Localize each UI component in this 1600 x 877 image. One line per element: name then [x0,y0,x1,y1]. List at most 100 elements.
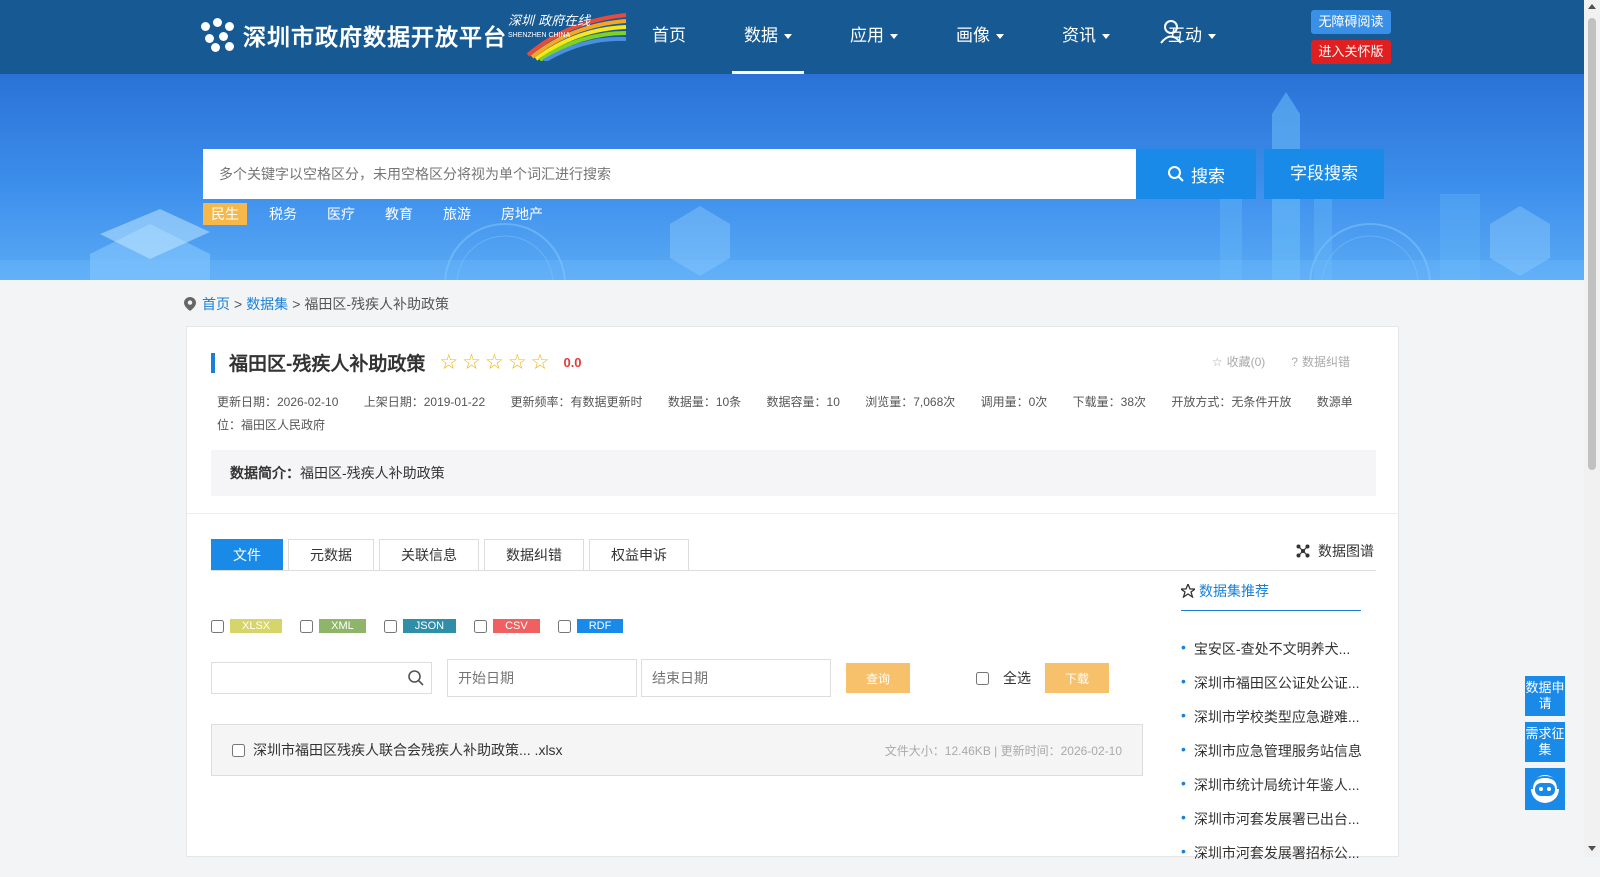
meta-views: 浏览量：7,068次 [865,395,956,409]
recommend-item[interactable]: • 深圳市福田区公证处公证... [1181,673,1361,707]
shenzhen-online-badge: 深圳 政府在线 SHENZHEN CHINA [508,11,628,63]
top-navbar: 深圳市政府数据开放平台 深圳 政府在线 SHENZHEN CHINA 首页 数据… [0,0,1584,74]
demand-collect-button[interactable]: 需求征集 [1525,722,1565,762]
end-date-input[interactable] [641,659,831,697]
file-filter-row: 查询 全选 下载 [211,659,1109,697]
tab-related[interactable]: 关联信息 [379,539,479,571]
recommend-item[interactable]: • 宝安区-查处不文明养犬... [1181,639,1361,673]
dataset-card: 福田区-残疾人补助政策 ☆ ☆ ☆ ☆ ☆ 0.0 ☆ 收藏(0) ? 数据纠错… [186,326,1399,861]
recommend-item[interactable]: • 深圳市河套发展署招标公... [1181,843,1361,877]
dataset-title-bar: 福田区-残疾人补助政策 ☆ ☆ ☆ ☆ ☆ 0.0 [211,349,582,376]
search-box [203,149,1136,199]
search-icon[interactable] [407,669,425,687]
tab-appeal[interactable]: 权益申诉 [589,539,689,571]
search-input[interactable] [203,149,1136,199]
nav-news[interactable]: 资讯 [1050,0,1122,74]
care-mode-button[interactable]: 进入关怀版 [1311,40,1391,64]
breadcrumb-datasets[interactable]: 数据集 [246,294,288,314]
nav-portrait[interactable]: 画像 [944,0,1016,74]
file-keyword-input[interactable] [212,663,397,693]
rating-stars[interactable]: ☆ ☆ ☆ ☆ ☆ [439,352,553,373]
logo-text: 深圳市政府数据开放平台 [243,24,507,50]
divider [187,513,1398,514]
format-checkbox[interactable] [383,619,397,633]
chevron-down-icon [996,34,1004,40]
site-logo[interactable]: 深圳市政府数据开放平台 [201,18,507,52]
format-json[interactable]: JSON [383,619,457,633]
recommend-item[interactable]: • 深圳市河套发展署已出台... [1181,809,1361,843]
summary-label: 数据简介： [230,465,300,481]
dataset-tabs: 文件 元数据 关联信息 数据纠错 权益申诉 [211,539,694,571]
chevron-down-icon [890,34,898,40]
question-circle-icon: ? [1291,354,1298,369]
meta-capacity: 数据容量：10 [766,395,840,409]
field-search-button[interactable]: 字段搜索 [1264,149,1384,199]
logo-icon [201,18,235,52]
format-xml[interactable]: XML [300,619,366,633]
meta-frequency: 更新频率：有数据更新时 [510,395,643,409]
star-icon[interactable]: ☆ [531,352,550,373]
star-icon[interactable]: ☆ [485,352,504,373]
format-checkbox[interactable] [211,619,224,633]
scroll-thumb[interactable] [1588,18,1596,470]
format-checkbox[interactable] [474,619,488,633]
recommend-item[interactable]: • 深圳市应急管理服务站信息 [1181,741,1361,775]
star-pin-icon [1181,584,1195,598]
svg-text:SHENZHEN CHINA: SHENZHEN CHINA [508,32,571,39]
download-button[interactable]: 下载 [1045,663,1109,693]
file-keyword-box [211,662,432,694]
chevron-down-icon [1208,34,1216,40]
nav-apps[interactable]: 应用 [838,0,910,74]
hot-tags: 民生 税务 医疗 教育 旅游 房地产 [203,203,565,225]
star-icon[interactable]: ☆ [439,352,458,373]
recommend-title: 数据集推荐 [1181,572,1361,611]
format-csv[interactable]: CSV [474,619,540,633]
hot-tag[interactable]: 医疗 [319,203,363,225]
recommend-item[interactable]: • 深圳市学校类型应急避难... [1181,707,1361,741]
select-all-checkbox[interactable] [976,671,989,685]
chevron-down-icon [784,34,792,40]
hot-tag[interactable]: 民生 [203,203,247,225]
graph-icon [1296,544,1310,558]
star-icon[interactable]: ☆ [462,352,481,373]
format-rdf[interactable]: RDF [557,619,624,633]
select-all[interactable]: 全选 [976,668,1031,688]
data-graph-link[interactable]: 数据图谱 [1296,541,1374,561]
breadcrumb-home[interactable]: 首页 [202,294,230,314]
query-button[interactable]: 查询 [846,663,910,693]
floating-actions: 数据申请 需求征集 [1525,676,1565,810]
scroll-up-icon[interactable] [1588,4,1596,9]
tab-files[interactable]: 文件 [211,539,283,571]
dataset-title: 福田区-残疾人补助政策 [229,354,426,375]
file-row[interactable]: 深圳市福田区残疾人联合会残疾人补助政策... .xlsx 文件大小：12.46K… [211,724,1143,776]
file-checkbox[interactable] [232,743,245,757]
scroll-down-icon[interactable] [1588,846,1596,851]
nav-home[interactable]: 首页 [640,0,698,74]
format-checkbox[interactable] [300,619,314,633]
hot-tag[interactable]: 教育 [377,203,421,225]
search-button[interactable]: 搜索 [1136,149,1256,199]
format-checkbox[interactable] [557,619,571,633]
format-filters: XLSX XML JSON CSV RDF [211,619,641,633]
favorite-button[interactable]: ☆ 收藏(0) [1212,353,1265,370]
report-error-button[interactable]: ? 数据纠错 [1291,353,1350,370]
start-date-input[interactable] [447,659,637,697]
file-name[interactable]: 深圳市福田区残疾人联合会残疾人补助政策... .xlsx [253,740,885,760]
hot-tag[interactable]: 房地产 [493,203,551,225]
breadcrumb-current: 福田区-残疾人补助政策 [304,296,450,312]
format-xlsx[interactable]: XLSX [211,619,283,633]
recommend-item[interactable]: • 深圳市统计局统计年鉴人... [1181,775,1361,809]
tab-error-report[interactable]: 数据纠错 [484,539,584,571]
tab-metadata[interactable]: 元数据 [288,539,374,571]
star-icon[interactable]: ☆ [508,352,527,373]
nav-data[interactable]: 数据 [732,0,804,74]
dataset-actions: ☆ 收藏(0) ? 数据纠错 [1186,353,1350,370]
hot-tag[interactable]: 旅游 [435,203,479,225]
chatbot-icon[interactable] [1525,768,1565,810]
data-apply-button[interactable]: 数据申请 [1525,676,1565,716]
hot-tag[interactable]: 税务 [261,203,305,225]
title-accent [211,352,215,373]
page-scrollbar[interactable] [1584,0,1600,857]
user-icon[interactable] [1160,20,1182,44]
accessibility-button[interactable]: 无障碍阅读 [1311,10,1391,34]
